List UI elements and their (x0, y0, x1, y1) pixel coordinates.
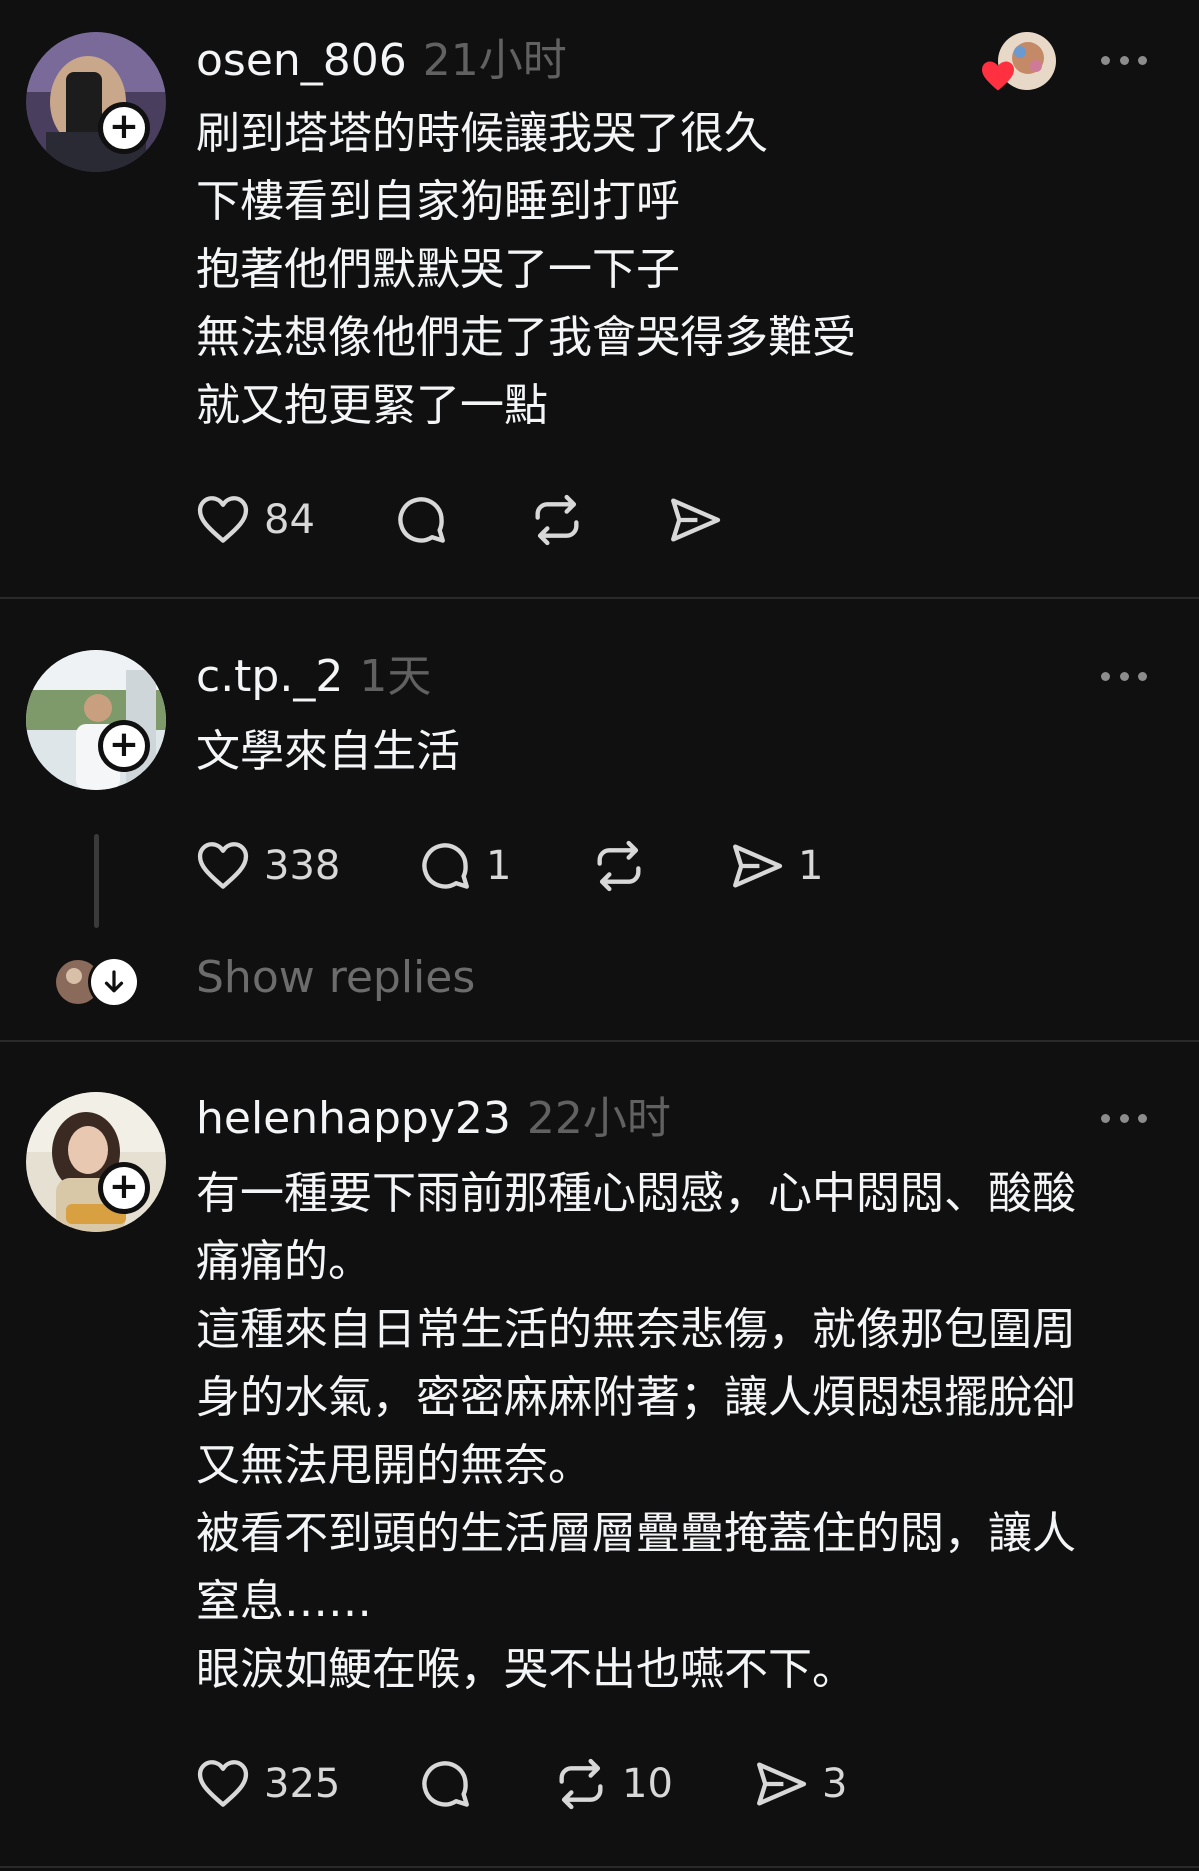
send-icon (671, 498, 721, 542)
more-options-icon[interactable] (1101, 666, 1147, 686)
more-options-icon[interactable] (1101, 1108, 1147, 1128)
timestamp: 21小时 (422, 35, 567, 86)
reply-button[interactable] (392, 490, 450, 550)
like-count: 338 (264, 843, 341, 889)
post-content: 有一種要下雨前那種心悶感，心中悶悶、酸酸 痛痛的。 這種來自日常生活的無奈悲傷，… (196, 1168, 1076, 1695)
share-count: 1 (798, 843, 824, 889)
avatar[interactable] (26, 32, 166, 172)
repost-icon (559, 1758, 603, 1810)
send-icon (757, 1762, 807, 1806)
post-c-tp-2: + c.tp._2 1天 文學來自生活 338 1 1 Show replies (0, 600, 1199, 1040)
arrow-down-icon (104, 970, 124, 993)
reply-button[interactable] (416, 1754, 474, 1814)
post-header: helenhappy23 22小时 (196, 1082, 671, 1144)
repost-button[interactable]: 10 (552, 1754, 673, 1814)
reply-button[interactable]: 1 (416, 836, 511, 896)
repost-count: 10 (622, 1761, 673, 1807)
follow-plus-icon[interactable]: + (98, 720, 150, 772)
post-content: 文學來自生活 (196, 726, 460, 777)
like-count: 325 (264, 1761, 341, 1807)
comment-bubble-icon (422, 1761, 469, 1807)
show-replies-link[interactable]: Show replies (196, 952, 475, 1003)
repost-icon (535, 494, 579, 546)
timestamp: 1天 (359, 651, 432, 702)
share-button[interactable] (666, 490, 724, 550)
post-osen-806: + osen_806 21小时 刷到塔塔的時候讓我哭了很久 下樓看到自家狗睡到打… (0, 0, 1199, 546)
avatar[interactable] (26, 650, 166, 790)
heart-reaction-icon (982, 61, 1014, 91)
send-icon (733, 844, 783, 888)
username[interactable]: osen_806 (196, 35, 407, 86)
avatar[interactable] (26, 1092, 166, 1232)
post-header: c.tp._2 1天 (196, 640, 431, 702)
like-button[interactable]: 325 (194, 1754, 340, 1814)
share-count: 3 (822, 1761, 848, 1807)
like-button[interactable]: 338 (194, 836, 340, 896)
follow-plus-icon[interactable]: + (98, 1162, 150, 1214)
more-options-icon[interactable] (1101, 50, 1147, 70)
like-button[interactable]: 84 (194, 490, 315, 550)
like-count: 84 (264, 497, 315, 543)
comment-bubble-icon (422, 843, 469, 889)
heart-icon (197, 496, 249, 543)
post-content: 刷到塔塔的時候讓我哭了很久 下樓看到自家狗睡到打呼 抱著他們默默哭了一下子 無法… (196, 108, 856, 431)
follow-plus-icon[interactable]: + (98, 102, 150, 154)
repost-button[interactable] (528, 490, 586, 550)
share-button[interactable]: 1 (728, 836, 823, 896)
post-divider (0, 597, 1199, 599)
heart-icon (197, 842, 249, 889)
comment-bubble-icon (398, 497, 445, 543)
reply-avatars[interactable] (54, 954, 144, 1010)
repost-button[interactable] (590, 836, 648, 896)
post-header: osen_806 21小时 (196, 24, 567, 86)
timestamp: 22小时 (526, 1093, 671, 1144)
username[interactable]: c.tp._2 (196, 651, 343, 702)
reply-count: 1 (486, 843, 512, 889)
repost-icon (597, 840, 641, 892)
thread-line (94, 834, 99, 928)
heart-icon (197, 1760, 249, 1807)
post-helenhappy23: + helenhappy23 22小时 有一種要下雨前那種心悶感，心中悶悶、酸酸… (0, 1042, 1199, 1871)
share-button[interactable]: 3 (752, 1754, 847, 1814)
username[interactable]: helenhappy23 (196, 1093, 511, 1144)
post-divider (0, 1866, 1199, 1868)
